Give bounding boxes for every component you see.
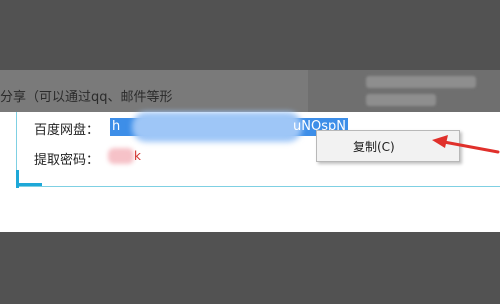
- copy-menu-label: 复制(C): [353, 140, 395, 154]
- dimmed-overlay-top: [0, 0, 500, 70]
- red-arrow-icon: [432, 135, 500, 154]
- redacted-code: [108, 148, 134, 164]
- right-info-panel: [308, 70, 500, 112]
- dialog-corner-accent: [16, 183, 42, 186]
- dimmed-overlay-bottom: [0, 232, 500, 304]
- redacted-link: [132, 112, 302, 142]
- extraction-code-text[interactable]: k: [108, 148, 141, 166]
- redacted-region: [366, 94, 436, 106]
- extraction-code-label: 提取密码：: [34, 153, 100, 168]
- baidu-pan-label: 百度网盘：: [34, 123, 100, 138]
- redacted-region: [366, 76, 476, 88]
- share-link-text[interactable]: h uNOspN: [110, 112, 348, 142]
- share-instruction-text: 分享（可以通过qq、邮件等形: [0, 90, 173, 105]
- code-visible-char: k: [134, 149, 141, 163]
- link-visible-start: h: [112, 119, 121, 134]
